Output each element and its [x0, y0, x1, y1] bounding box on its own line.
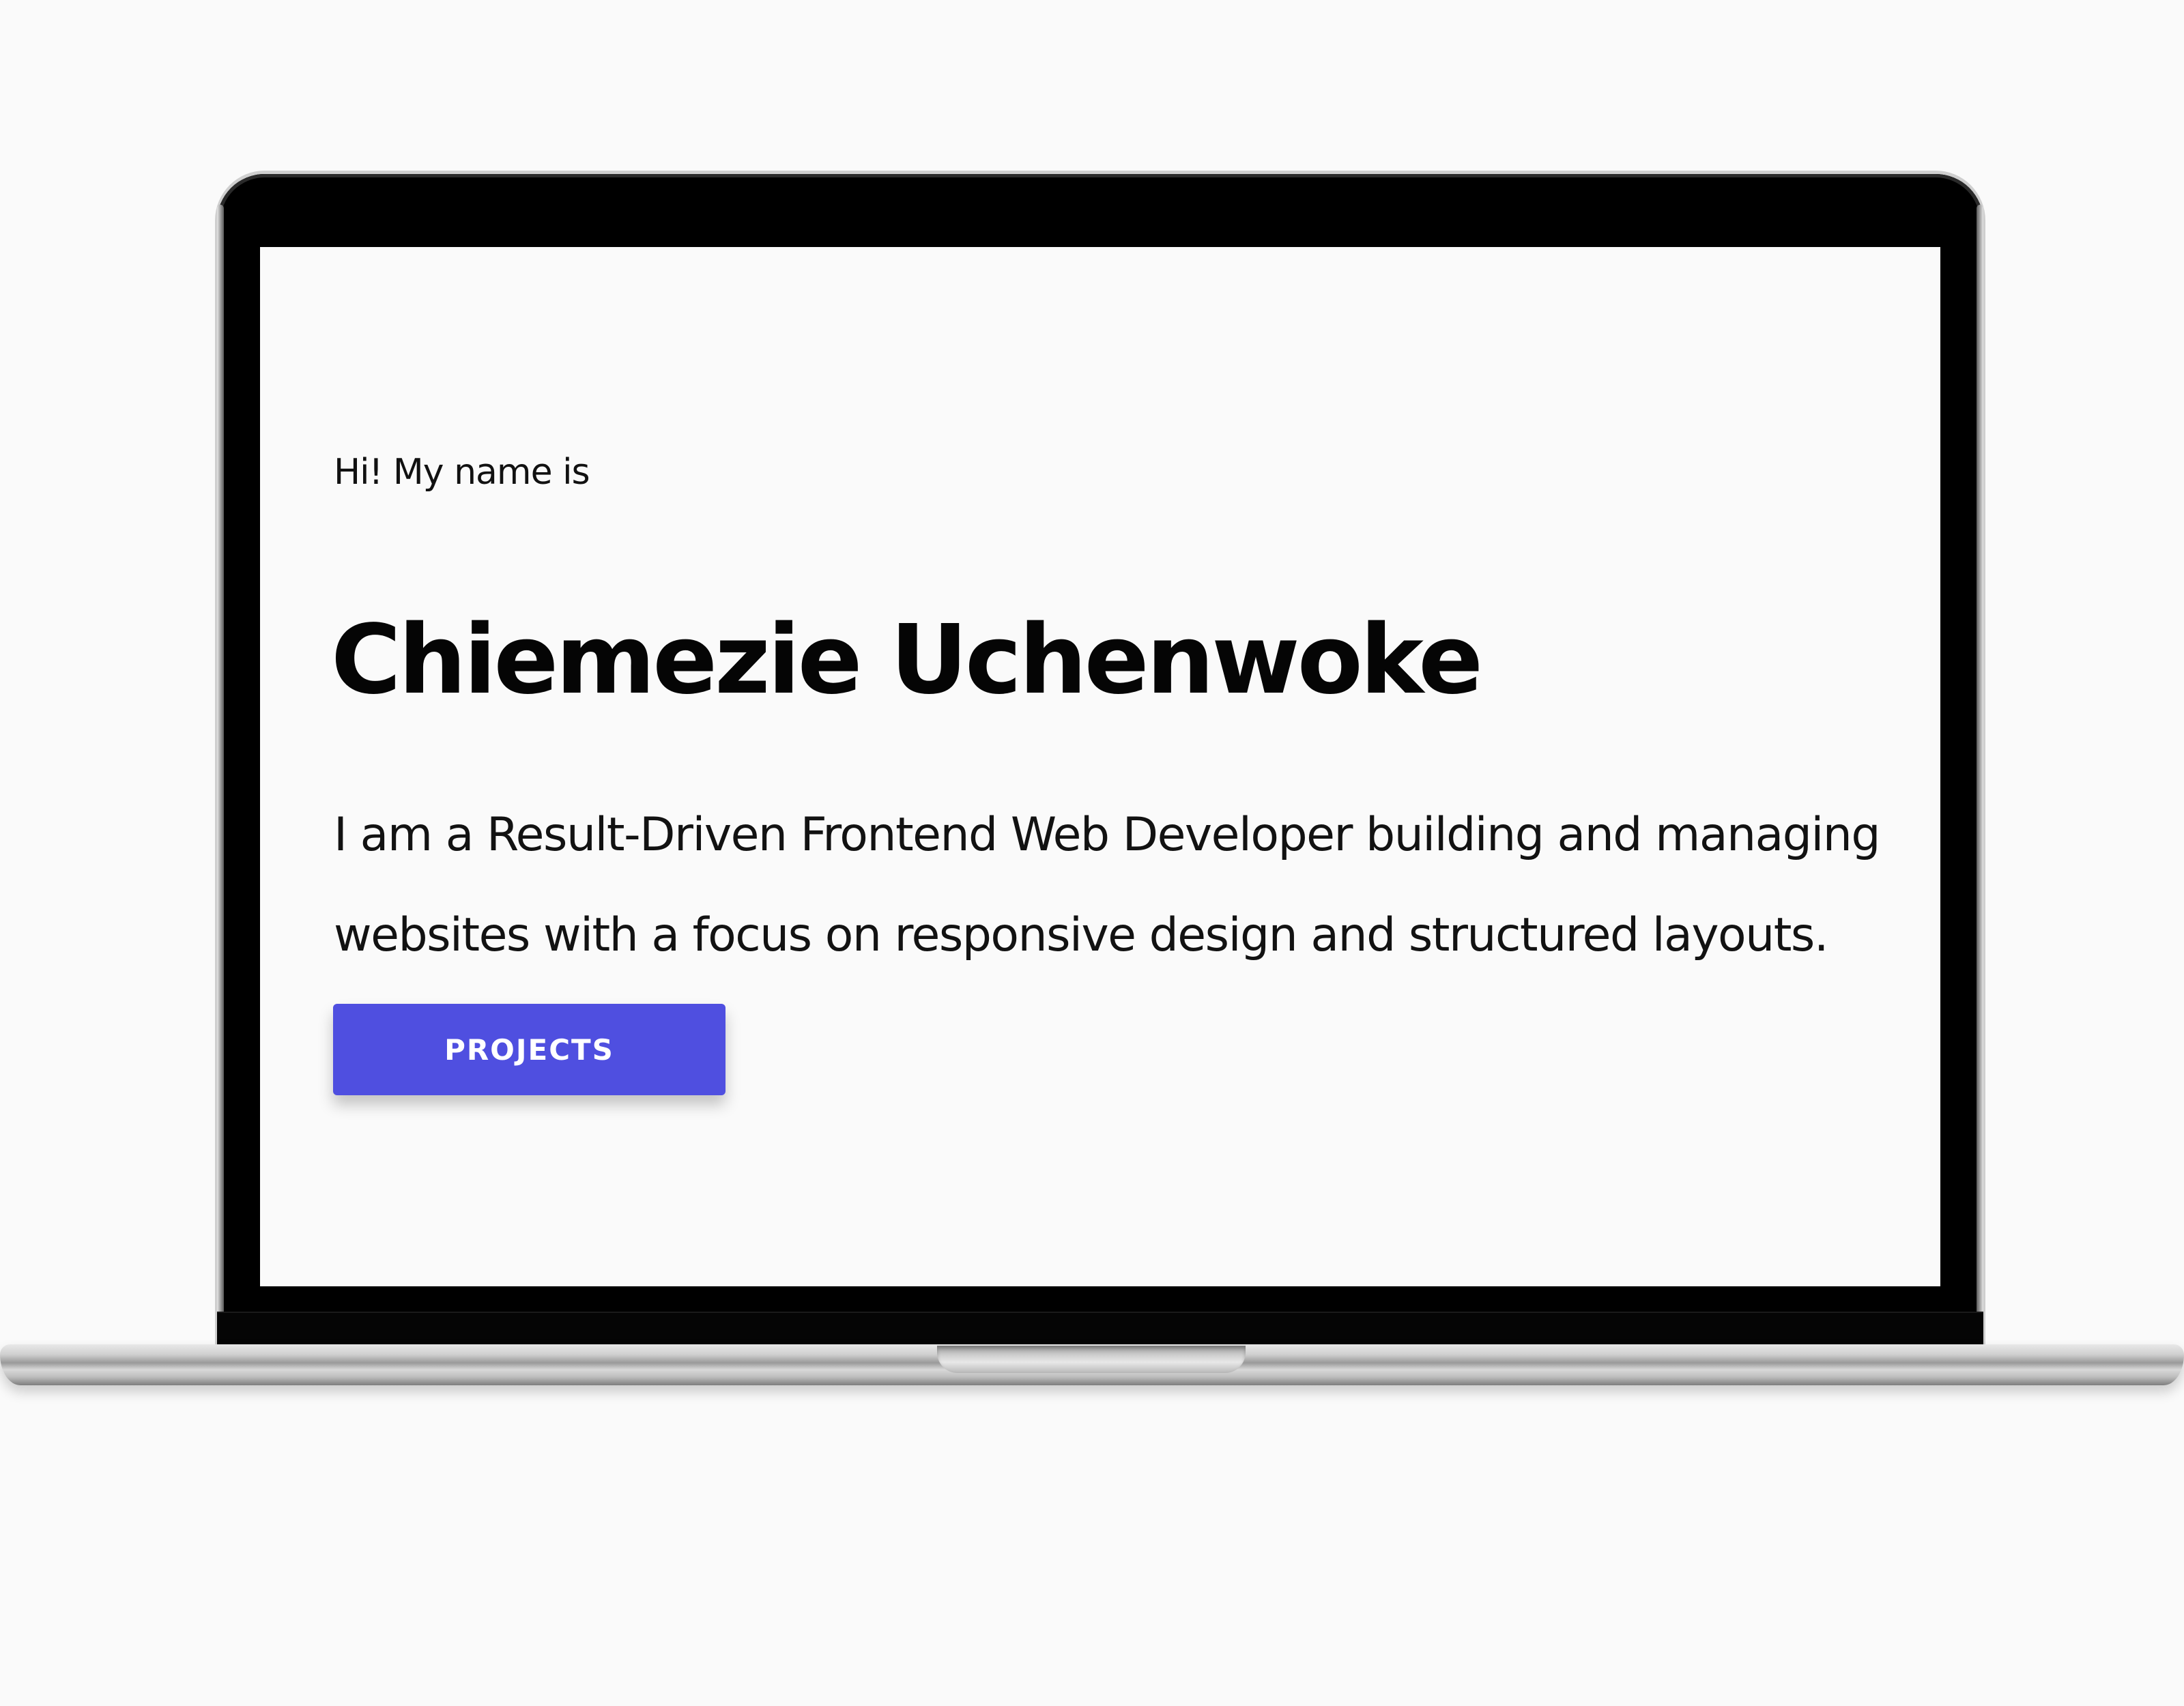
laptop-opening-notch — [937, 1346, 1246, 1373]
lid-edge-left — [217, 205, 224, 1338]
hero-name-heading: Chiemezie Uchenwoke — [331, 604, 1483, 716]
lid-edge-right — [1977, 205, 1983, 1338]
laptop-mockup: Hi! My name is Chiemezie Uchenwoke I am … — [0, 0, 2184, 1706]
greeting-text: Hi! My name is — [334, 452, 590, 493]
hero-bio-text: I am a Result-Driven Frontend Web Develo… — [334, 808, 1881, 962]
laptop-screen: Hi! My name is Chiemezie Uchenwoke I am … — [260, 247, 1940, 1286]
projects-button[interactable]: PROJECTS — [333, 1004, 725, 1095]
laptop-chin — [217, 1312, 1983, 1348]
